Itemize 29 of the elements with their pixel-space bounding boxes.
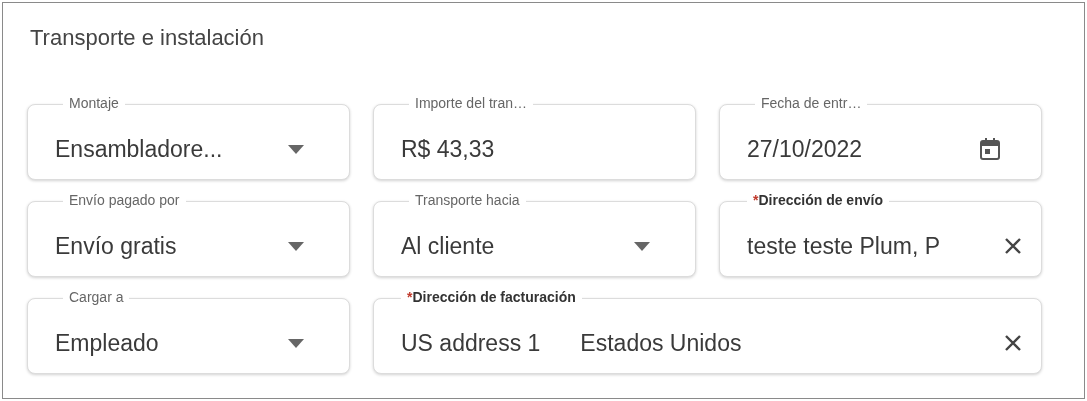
dropdown-field[interactable]: Montaje Ensambladore... [27, 94, 350, 180]
calendar-icon[interactable] [980, 138, 1000, 160]
input-field[interactable]: *Dirección de envío teste teste Plum, P [719, 191, 1042, 277]
field-value: Empleado [55, 328, 159, 358]
dropdown-caret-icon[interactable] [634, 241, 650, 251]
field-value: US address 1 [401, 328, 541, 358]
close-icon[interactable] [1004, 334, 1022, 352]
dropdown-field[interactable]: Transporte hacia Al cliente [373, 191, 696, 277]
dropdown-field[interactable]: Envío pagado por Envío gratis [27, 191, 350, 277]
field-label: Transporte hacia [409, 191, 526, 209]
section-title: Transporte e instalación [30, 25, 264, 52]
field-value: Envío gratis [55, 231, 177, 261]
field-label: Importe del tran… [409, 94, 534, 112]
field-value: teste teste Plum, P [747, 231, 941, 261]
field-value: 27/10/2022 [747, 134, 863, 164]
input-field[interactable]: Importe del tran… R$ 43,33 [373, 94, 696, 180]
field-label: Montaje [63, 94, 125, 112]
dropdown-caret-icon[interactable] [288, 338, 304, 348]
input-field[interactable]: *Dirección de facturación US address 1 Estados Unidos [373, 288, 1042, 374]
dropdown-field[interactable]: Cargar a Empleado [27, 288, 350, 374]
field-value: Ensambladore... [55, 134, 223, 164]
dropdown-caret-icon[interactable] [288, 144, 304, 154]
date-field[interactable]: Fecha de entr… 27/10/2022 [719, 94, 1042, 180]
field-value: R$ 43,33 [401, 134, 495, 164]
field-value: Estados Unidos [580, 328, 742, 358]
field-label: Envío pagado por [63, 191, 186, 209]
close-icon[interactable] [1004, 237, 1022, 255]
dropdown-caret-icon[interactable] [288, 241, 304, 251]
field-value: Al cliente [401, 231, 495, 261]
